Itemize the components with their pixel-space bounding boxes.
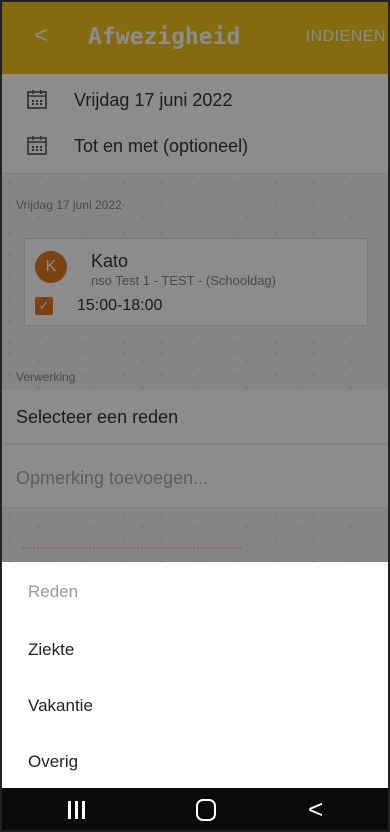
home-icon[interactable] xyxy=(196,799,216,821)
modal-scrim[interactable] xyxy=(2,2,388,562)
option-vakantie[interactable]: Vakantie xyxy=(28,686,368,726)
reason-bottom-sheet: Reden Ziekte Vakantie Overig xyxy=(2,562,388,788)
phone-frame: < Afwezigheid INDIENEN Vrijdag 17 juni 2… xyxy=(0,0,390,832)
option-ziekte[interactable]: Ziekte xyxy=(28,630,368,670)
option-overig[interactable]: Overig xyxy=(28,742,368,782)
back-icon[interactable]: < xyxy=(308,794,323,825)
recent-apps-icon[interactable] xyxy=(68,801,92,819)
system-nav-bar: < xyxy=(2,788,388,830)
sheet-title: Reden xyxy=(28,582,79,601)
